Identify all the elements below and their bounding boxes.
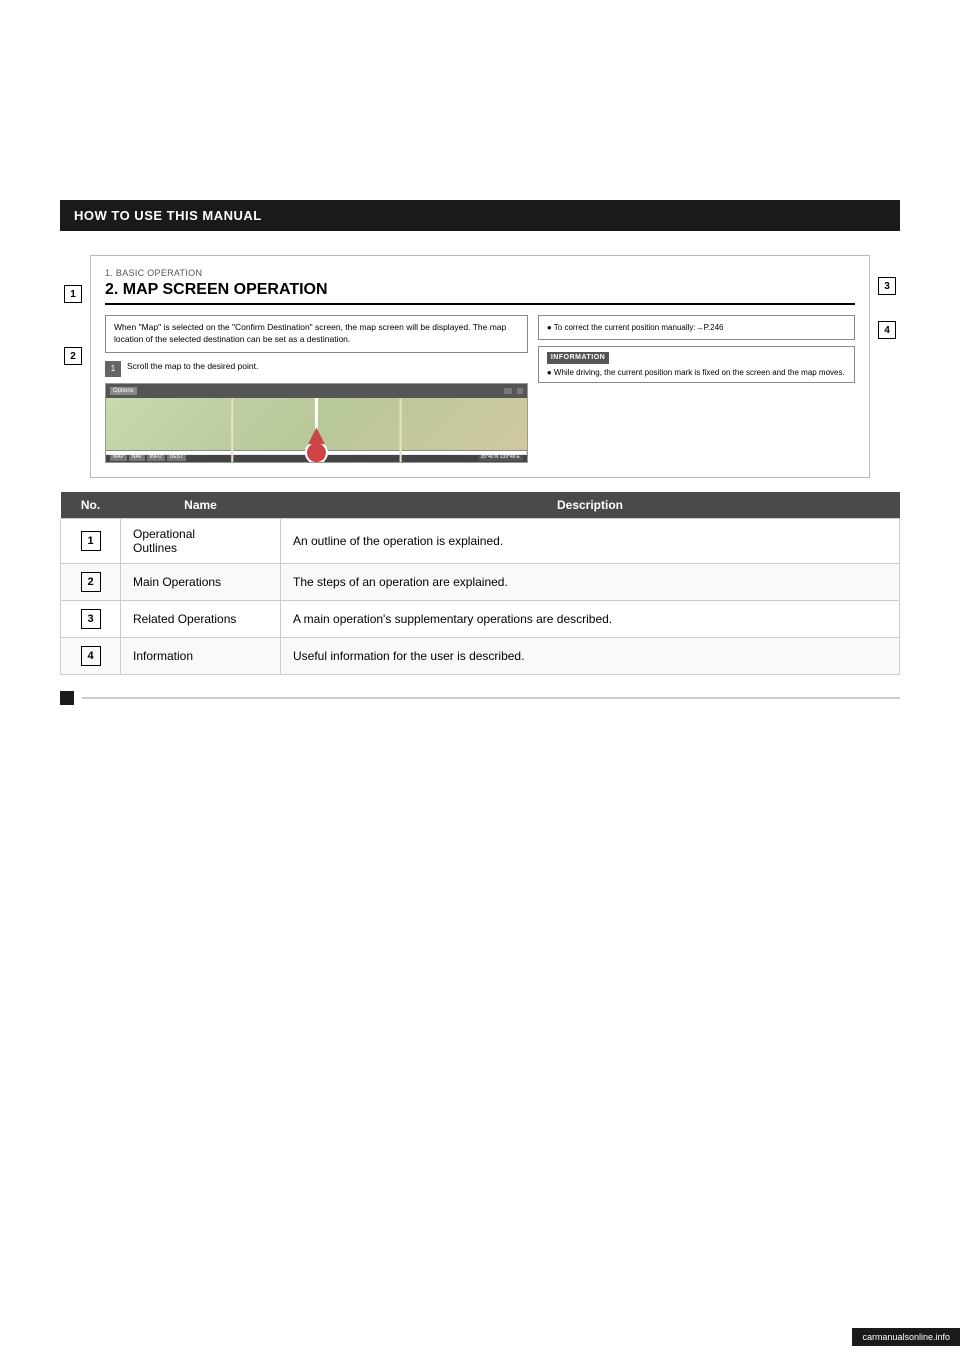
watermark-text: carmanualsonline.info [852, 1328, 960, 1346]
col-header-no: No. [61, 492, 121, 519]
annotation-3: 3 [878, 277, 896, 295]
diagram-area: 1 2 3 4 1. BASIC OPERATION 2. MAP SCREEN… [90, 255, 870, 478]
row-2-no: 2 [61, 563, 121, 600]
num-box-1: 1 [81, 531, 101, 551]
map-body [106, 398, 527, 450]
section-header: HOW TO USE THIS MANUAL [60, 200, 900, 231]
table-body: 1 OperationalOutlines An outline of the … [61, 518, 900, 674]
main-content: 1 2 3 4 1. BASIC OPERATION 2. MAP SCREEN… [60, 231, 900, 727]
row-2-name: Main Operations [121, 563, 281, 600]
row-3-desc: A main operation's supplementary operati… [281, 600, 900, 637]
description-text-box: When "Map" is selected on the "Confirm D… [105, 315, 528, 353]
row-4-no: 4 [61, 637, 121, 674]
table-row: 3 Related Operations A main operation's … [61, 600, 900, 637]
inner-page-title: 2. MAP SCREEN OPERATION [105, 281, 855, 305]
step-row: 1 Scroll the map to the desired point. [105, 361, 528, 377]
row-4-name: Information [121, 637, 281, 674]
col-header-desc: Description [281, 492, 900, 519]
footer-watermark-area: carmanualsonline.info [852, 1328, 960, 1346]
row-1-desc: An outline of the operation is explained… [281, 518, 900, 563]
table-row: 4 Information Useful information for the… [61, 637, 900, 674]
row-3-name: Related Operations [121, 600, 281, 637]
inner-left-col: When "Map" is selected on the "Confirm D… [105, 315, 528, 463]
annotation-2: 2 [64, 347, 82, 365]
section-divider-line [82, 697, 900, 699]
inner-page-body: When "Map" is selected on the "Confirm D… [105, 315, 855, 463]
row-1-no: 1 [61, 518, 121, 563]
annotation-1: 1 [64, 285, 82, 303]
info-box-header: INFORMATION [547, 352, 609, 364]
options-btn: Options [110, 387, 137, 395]
map-toolbar: Options [106, 384, 527, 398]
callout-box: ● To correct the current position manual… [538, 315, 855, 340]
row-3-no: 3 [61, 600, 121, 637]
col-header-name: Name [121, 492, 281, 519]
row-1-name: OperationalOutlines [121, 518, 281, 563]
inner-page-subtitle: 1. BASIC OPERATION [105, 268, 855, 278]
table-head: No. Name Description [61, 492, 900, 519]
left-annotations: 1 2 [64, 285, 82, 365]
map-mockup: Options [105, 383, 528, 463]
row-4-desc: Useful information for the user is descr… [281, 637, 900, 674]
top-spacing [0, 20, 960, 200]
num-box-3: 3 [81, 609, 101, 629]
table-row: 1 OperationalOutlines An outline of the … [61, 518, 900, 563]
info-box: INFORMATION ● While driving, the current… [538, 346, 855, 383]
section-header-text: HOW TO USE THIS MANUAL [74, 208, 262, 223]
row-2-desc: The steps of an operation are explained. [281, 563, 900, 600]
right-annotations: 3 4 [878, 277, 896, 339]
map-roads-svg [106, 398, 527, 463]
step-label: Scroll the map to the desired point. [127, 361, 258, 371]
annotation-4: 4 [878, 321, 896, 339]
info-table: No. Name Description 1 OperationalOutlin… [60, 492, 900, 675]
inner-page-mockup: 1. BASIC OPERATION 2. MAP SCREEN OPERATI… [90, 255, 870, 478]
black-square-icon [60, 691, 74, 705]
black-square-line [60, 691, 900, 705]
info-box-content: ● While driving, the current position ma… [547, 367, 846, 378]
num-box-2: 2 [81, 572, 101, 592]
page-wrapper: HOW TO USE THIS MANUAL 1 2 3 4 1. BASIC … [0, 0, 960, 1358]
num-box-4: 4 [81, 646, 101, 666]
step-num: 1 [105, 361, 121, 377]
inner-right-col: ● To correct the current position manual… [538, 315, 855, 463]
table-row: 2 Main Operations The steps of an operat… [61, 563, 900, 600]
